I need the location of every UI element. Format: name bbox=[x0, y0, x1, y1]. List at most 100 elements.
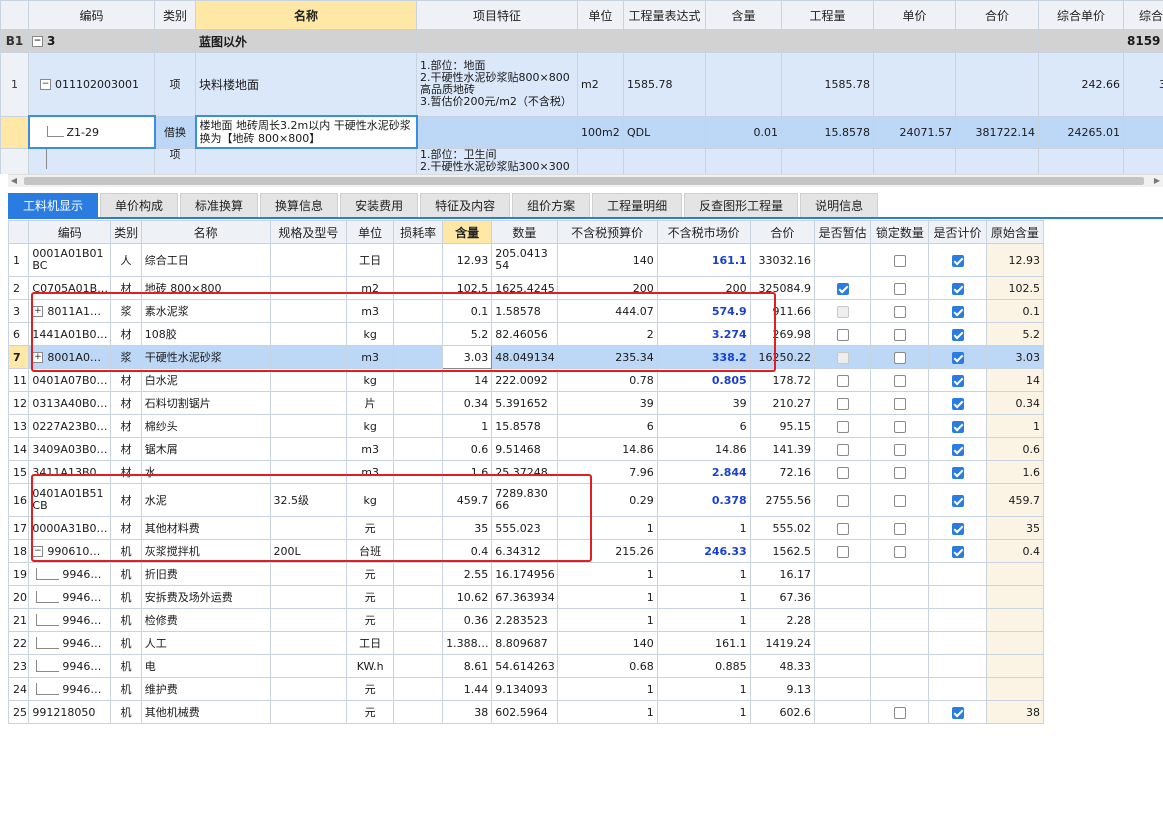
resource-content[interactable]: 1.388… bbox=[442, 631, 493, 655]
resource-code[interactable]: 3411A13B0… bbox=[28, 460, 112, 484]
resource-budget-price[interactable]: 39 bbox=[556, 391, 658, 415]
resource-market-price[interactable]: 0.885 bbox=[656, 654, 751, 678]
lock-qty-cell[interactable] bbox=[870, 391, 930, 415]
resource-market-price[interactable]: 338.2 bbox=[656, 345, 751, 369]
tab-features-content[interactable]: 特征及内容 bbox=[420, 193, 511, 217]
estimate-checkbox[interactable] bbox=[836, 522, 849, 535]
resource-name[interactable]: 综合工日 bbox=[140, 243, 271, 277]
resource-spec[interactable] bbox=[269, 631, 348, 655]
resource-name[interactable]: 石料切割锯片 bbox=[140, 391, 271, 415]
resource-name[interactable]: 折旧费 bbox=[140, 562, 271, 586]
resource-row[interactable]: 1 0001A01B01BC 人综合工日 工日 12.93 205.041354 140 16… bbox=[7, 243, 1045, 277]
is-estimate-cell[interactable] bbox=[814, 276, 872, 300]
col-name[interactable]: 名称 bbox=[140, 220, 271, 244]
lock-qty-cell[interactable] bbox=[870, 483, 930, 517]
tab-conversion-info[interactable]: 换算信息 bbox=[260, 193, 339, 217]
col-original-content[interactable]: 原始含量 bbox=[985, 220, 1045, 244]
resource-code-cell[interactable]: 9946… bbox=[28, 654, 112, 678]
resource-spec[interactable] bbox=[269, 460, 348, 484]
resource-unit[interactable]: kg bbox=[346, 322, 395, 346]
estimate-checkbox[interactable] bbox=[836, 494, 849, 507]
resource-content[interactable]: 1.6 bbox=[442, 460, 493, 484]
resource-budget-price[interactable]: 2 bbox=[556, 322, 658, 346]
resource-code[interactable]: 0401A01B51CB bbox=[28, 483, 112, 517]
is-priced-cell[interactable] bbox=[928, 654, 987, 678]
tab-labor-material-machine[interactable]: 工料机显示 bbox=[8, 193, 99, 217]
is-estimate-cell[interactable] bbox=[814, 654, 872, 678]
item-unit[interactable]: m2 bbox=[577, 52, 624, 117]
quota-name[interactable]: 楼地面 地砖周长3.2m以内 干硬性水泥砂浆 换为【地砖 800×800】 bbox=[194, 115, 418, 149]
col-type[interactable]: 类别 bbox=[154, 0, 196, 30]
tab-installation-cost[interactable]: 安装费用 bbox=[340, 193, 419, 217]
resource-code[interactable]: 0227A23B0… bbox=[28, 414, 112, 438]
is-priced-cell[interactable] bbox=[928, 631, 987, 655]
estimate-checkbox[interactable] bbox=[836, 397, 849, 410]
resource-spec[interactable] bbox=[269, 276, 348, 300]
resource-code-cell[interactable]: 9946… bbox=[28, 631, 112, 655]
estimate-checkbox[interactable] bbox=[836, 282, 849, 295]
item-qty[interactable]: 1585.78 bbox=[781, 52, 874, 117]
resource-market-price[interactable]: 6 bbox=[656, 414, 751, 438]
is-estimate-cell[interactable] bbox=[814, 414, 872, 438]
resource-loss-rate[interactable] bbox=[393, 243, 444, 277]
resource-unit[interactable]: 元 bbox=[346, 585, 395, 609]
is-estimate-cell[interactable] bbox=[814, 516, 872, 540]
col-code[interactable]: 编码 bbox=[28, 0, 155, 30]
resource-row[interactable]: 20 9946… 机安拆费及场外运费元 10.62 67.363934 1 1 67.36 bbox=[7, 585, 1045, 609]
is-priced-cell[interactable] bbox=[928, 243, 987, 277]
resource-row[interactable]: 11 0401A07B0… 材白水泥 kg 14 222.0092 0.78 0.805 178… bbox=[7, 368, 1045, 392]
is-priced-cell[interactable] bbox=[928, 516, 987, 540]
resource-unit[interactable]: m3 bbox=[346, 345, 395, 369]
priced-checkbox[interactable] bbox=[951, 706, 964, 719]
col-is-estimate[interactable]: 是否暂估 bbox=[814, 220, 872, 244]
item-type[interactable]: 项 bbox=[154, 52, 196, 117]
lock-qty-checkbox[interactable] bbox=[893, 397, 906, 410]
resource-content[interactable]: 1.44 bbox=[442, 677, 493, 701]
resource-unit[interactable]: m3 bbox=[346, 460, 395, 484]
priced-checkbox[interactable] bbox=[951, 466, 964, 479]
expand-icon[interactable]: + bbox=[32, 306, 44, 317]
lock-qty-cell[interactable] bbox=[870, 654, 930, 678]
resource-type[interactable]: 机 bbox=[110, 677, 142, 701]
resource-market-price[interactable]: 0.805 bbox=[656, 368, 751, 392]
col-spec[interactable]: 规格及型号 bbox=[269, 220, 348, 244]
is-estimate-cell[interactable] bbox=[814, 677, 872, 701]
resource-market-price[interactable]: 200 bbox=[656, 276, 751, 300]
scroll-left-icon[interactable]: ◀ bbox=[8, 175, 20, 187]
lock-qty-cell[interactable] bbox=[870, 516, 930, 540]
resource-unit[interactable]: 台班 bbox=[346, 539, 395, 563]
resource-spec[interactable] bbox=[269, 345, 348, 369]
col-expr[interactable]: 工程量表达式 bbox=[623, 0, 706, 30]
estimate-checkbox[interactable] bbox=[836, 374, 849, 387]
resource-type[interactable]: 机 bbox=[110, 562, 142, 586]
is-priced-cell[interactable] bbox=[928, 345, 987, 369]
resource-type[interactable]: 材 bbox=[110, 483, 142, 517]
resource-type[interactable]: 机 bbox=[110, 585, 142, 609]
col-unit[interactable]: 单位 bbox=[346, 220, 395, 244]
resource-budget-price[interactable]: 140 bbox=[556, 243, 658, 277]
is-priced-cell[interactable] bbox=[928, 299, 987, 323]
resource-market-price[interactable]: 246.33 bbox=[656, 539, 751, 563]
resource-code-cell[interactable]: 9946… bbox=[28, 677, 112, 701]
col-loss-rate[interactable]: 损耗率 bbox=[393, 220, 444, 244]
resource-content[interactable]: 102.5 bbox=[442, 276, 493, 300]
resource-market-price[interactable]: 161.1 bbox=[656, 631, 751, 655]
resource-qty[interactable]: 16.174956 bbox=[491, 562, 558, 586]
resource-loss-rate[interactable] bbox=[393, 585, 444, 609]
quota-type[interactable]: 借换 bbox=[154, 115, 196, 149]
resource-budget-price[interactable]: 140 bbox=[556, 631, 658, 655]
resource-loss-rate[interactable] bbox=[393, 322, 444, 346]
lock-qty-checkbox[interactable] bbox=[893, 420, 906, 433]
resource-qty[interactable]: 9.51468 bbox=[491, 437, 558, 461]
resource-code[interactable]: 0001A01B01BC bbox=[28, 243, 112, 277]
is-priced-cell[interactable] bbox=[928, 276, 987, 300]
lock-qty-cell[interactable] bbox=[870, 585, 930, 609]
resource-spec[interactable] bbox=[269, 585, 348, 609]
resource-qty[interactable]: 8.809687 bbox=[491, 631, 558, 655]
tab-graphic-quantity-lookup[interactable]: 反查图形工程量 bbox=[684, 193, 799, 217]
resource-spec[interactable] bbox=[269, 243, 348, 277]
priced-checkbox[interactable] bbox=[951, 494, 964, 507]
lock-qty-checkbox[interactable] bbox=[893, 254, 906, 267]
collapse-icon[interactable]: − bbox=[32, 546, 44, 557]
resource-loss-rate[interactable] bbox=[393, 631, 444, 655]
